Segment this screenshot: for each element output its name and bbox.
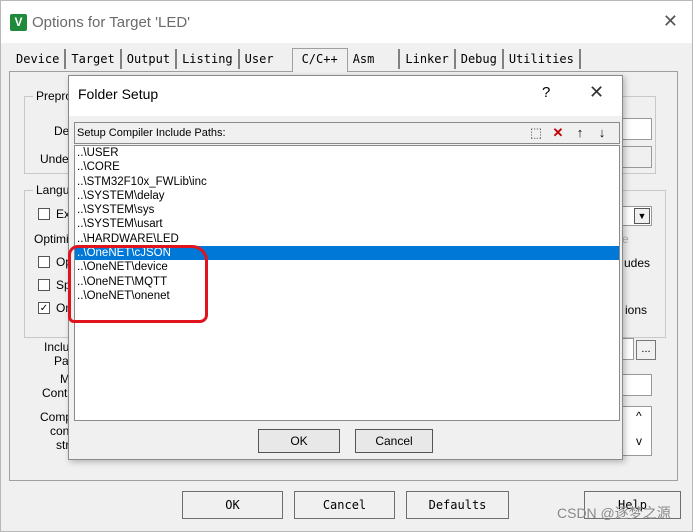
- list-item[interactable]: ..\SYSTEM\delay: [75, 189, 619, 203]
- controls-label: Contr: [42, 386, 72, 400]
- undefine-label: Unde: [40, 152, 69, 166]
- list-item[interactable]: ..\CORE: [75, 160, 619, 174]
- delete-icon[interactable]: ✕: [549, 125, 567, 141]
- scroll-up-icon[interactable]: ^: [636, 409, 642, 423]
- tab-output[interactable]: Output: [122, 49, 178, 69]
- tab-linker[interactable]: Linker: [400, 49, 456, 69]
- control-label: con: [50, 424, 70, 438]
- include-label: Inclu: [44, 340, 70, 354]
- dialog-body: Setup Compiler Include Paths: ⬚ ✕ ↑ ↓ ..…: [69, 116, 622, 459]
- close-icon[interactable]: ✕: [589, 82, 604, 103]
- tab-device[interactable]: Device: [11, 49, 67, 69]
- combo-arrow-icon[interactable]: ▼: [634, 208, 650, 224]
- dialog-title: Folder Setup: [78, 86, 159, 102]
- list-item[interactable]: ..\SYSTEM\usart: [75, 217, 619, 231]
- tab-listing[interactable]: Listing: [177, 49, 240, 69]
- include-paths-list[interactable]: ..\USER ..\CORE ..\STM32F10x_FWLib\inc .…: [74, 145, 620, 421]
- e-fragment: e: [622, 232, 629, 246]
- ok-button[interactable]: OK: [182, 491, 283, 519]
- define-field[interactable]: [622, 118, 652, 140]
- scroll-down-icon[interactable]: v: [636, 434, 642, 448]
- defaults-button[interactable]: Defaults: [406, 491, 509, 519]
- keil-app-icon: V: [10, 14, 27, 31]
- list-item[interactable]: ..\HARDWARE\LED: [75, 232, 619, 246]
- folder-setup-dialog: Folder Setup ? ✕ Setup Compiler Include …: [68, 75, 623, 460]
- list-item[interactable]: ..\SYSTEM\sys: [75, 203, 619, 217]
- dialog-cancel-button[interactable]: Cancel: [355, 429, 433, 453]
- tab-target[interactable]: Target: [66, 49, 122, 69]
- ex-checkbox[interactable]: [38, 208, 50, 220]
- list-item[interactable]: ..\USER: [75, 146, 619, 160]
- include-paths-field[interactable]: [622, 338, 634, 360]
- list-header-label: Setup Compiler Include Paths:: [77, 127, 226, 139]
- window-close-button[interactable]: ✕: [663, 11, 678, 32]
- tab-strip: Device Target Output Listing User C/C++ Asm Lin…: [11, 48, 581, 72]
- title-bar: V Options for Target 'LED' ✕: [1, 1, 692, 43]
- tab-debug[interactable]: Debug: [456, 49, 504, 69]
- list-item[interactable]: ..\OneNET\MQTT: [75, 275, 619, 289]
- list-item-selected[interactable]: ..\OneNET\cJSON: [75, 246, 619, 261]
- list-item[interactable]: ..\STM32F10x_FWLib\inc: [75, 175, 619, 189]
- paths-label: Pa: [54, 354, 69, 368]
- dialog-ok-button[interactable]: OK: [258, 429, 340, 453]
- undefine-field[interactable]: [622, 146, 652, 168]
- includes-fragment: udes: [624, 256, 651, 270]
- csdn-watermark: CSDN @逐梦之源: [557, 505, 671, 521]
- cancel-button[interactable]: Cancel: [294, 491, 395, 519]
- sp-checkbox[interactable]: [38, 279, 50, 291]
- tab-c-cpp[interactable]: C/C++: [291, 48, 348, 72]
- tab-asm[interactable]: Asm: [348, 49, 401, 69]
- move-down-icon[interactable]: ↓: [593, 125, 611, 141]
- list-item[interactable]: ..\OneNET\device: [75, 260, 619, 274]
- on-checkbox[interactable]: ✓: [38, 302, 50, 314]
- language-group-label: Langu: [33, 183, 73, 197]
- list-header: Setup Compiler Include Paths: ⬚ ✕ ↑ ↓: [74, 122, 620, 144]
- new-folder-icon[interactable]: ⬚: [527, 125, 545, 141]
- tab-utilities[interactable]: Utilities: [504, 49, 581, 69]
- move-up-icon[interactable]: ↑: [571, 125, 589, 141]
- list-item[interactable]: ..\OneNET\onenet: [75, 289, 619, 303]
- help-icon[interactable]: ?: [542, 84, 550, 101]
- window-title: Options for Target 'LED': [32, 14, 191, 31]
- browse-include-button[interactable]: ...: [636, 340, 656, 360]
- tab-user[interactable]: User: [240, 49, 292, 69]
- op-checkbox[interactable]: [38, 256, 50, 268]
- conditions-fragment: ions: [625, 303, 648, 317]
- misc-controls-field[interactable]: [622, 374, 652, 396]
